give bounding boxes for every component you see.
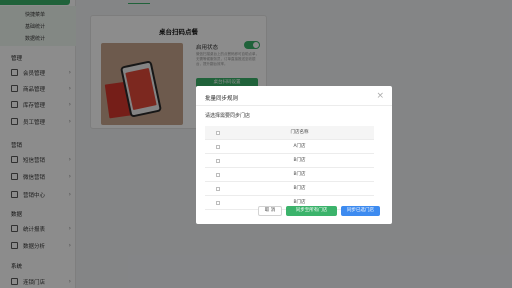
table-row: B门店 <box>205 154 374 168</box>
close-icon[interactable]: × <box>376 91 384 101</box>
table-row: B门店 <box>205 182 374 196</box>
row-checkbox[interactable] <box>216 159 220 163</box>
table-row: B门店 <box>205 168 374 182</box>
row-checkbox[interactable] <box>216 145 220 149</box>
table-header-store-name: 门店名称 <box>290 130 309 135</box>
modal-divider <box>196 105 392 106</box>
row-checkbox[interactable] <box>216 187 220 191</box>
table-row: A门店 <box>205 140 374 154</box>
sync-selected-stores-button[interactable]: 同步已选门店 <box>341 206 380 216</box>
store-table: 门店名称 A门店 B门店 B门店 B门店 B门店 <box>205 126 374 210</box>
row-checkbox[interactable] <box>216 201 220 205</box>
store-name-cell: B门店 <box>293 158 306 163</box>
modal-footer: 取 消 同步至所有门店 同步已选门店 <box>258 206 380 216</box>
table-header-row: 门店名称 <box>205 126 374 140</box>
sync-all-stores-button[interactable]: 同步至所有门店 <box>286 206 337 216</box>
select-all-checkbox[interactable] <box>216 131 220 135</box>
store-name-cell: B门店 <box>293 172 306 177</box>
modal-title: 批量同步规则 <box>205 96 239 102</box>
store-name-cell: B门店 <box>293 186 306 191</box>
cancel-button[interactable]: 取 消 <box>258 206 282 216</box>
batch-sync-modal: 批量同步规则 × 请选择需要同步门店 门店名称 A门店 B门店 B门店 B门店 … <box>196 86 392 224</box>
store-name-cell: A门店 <box>293 144 306 149</box>
row-checkbox[interactable] <box>216 173 220 177</box>
modal-subtitle: 请选择需要同步门店 <box>205 113 251 119</box>
